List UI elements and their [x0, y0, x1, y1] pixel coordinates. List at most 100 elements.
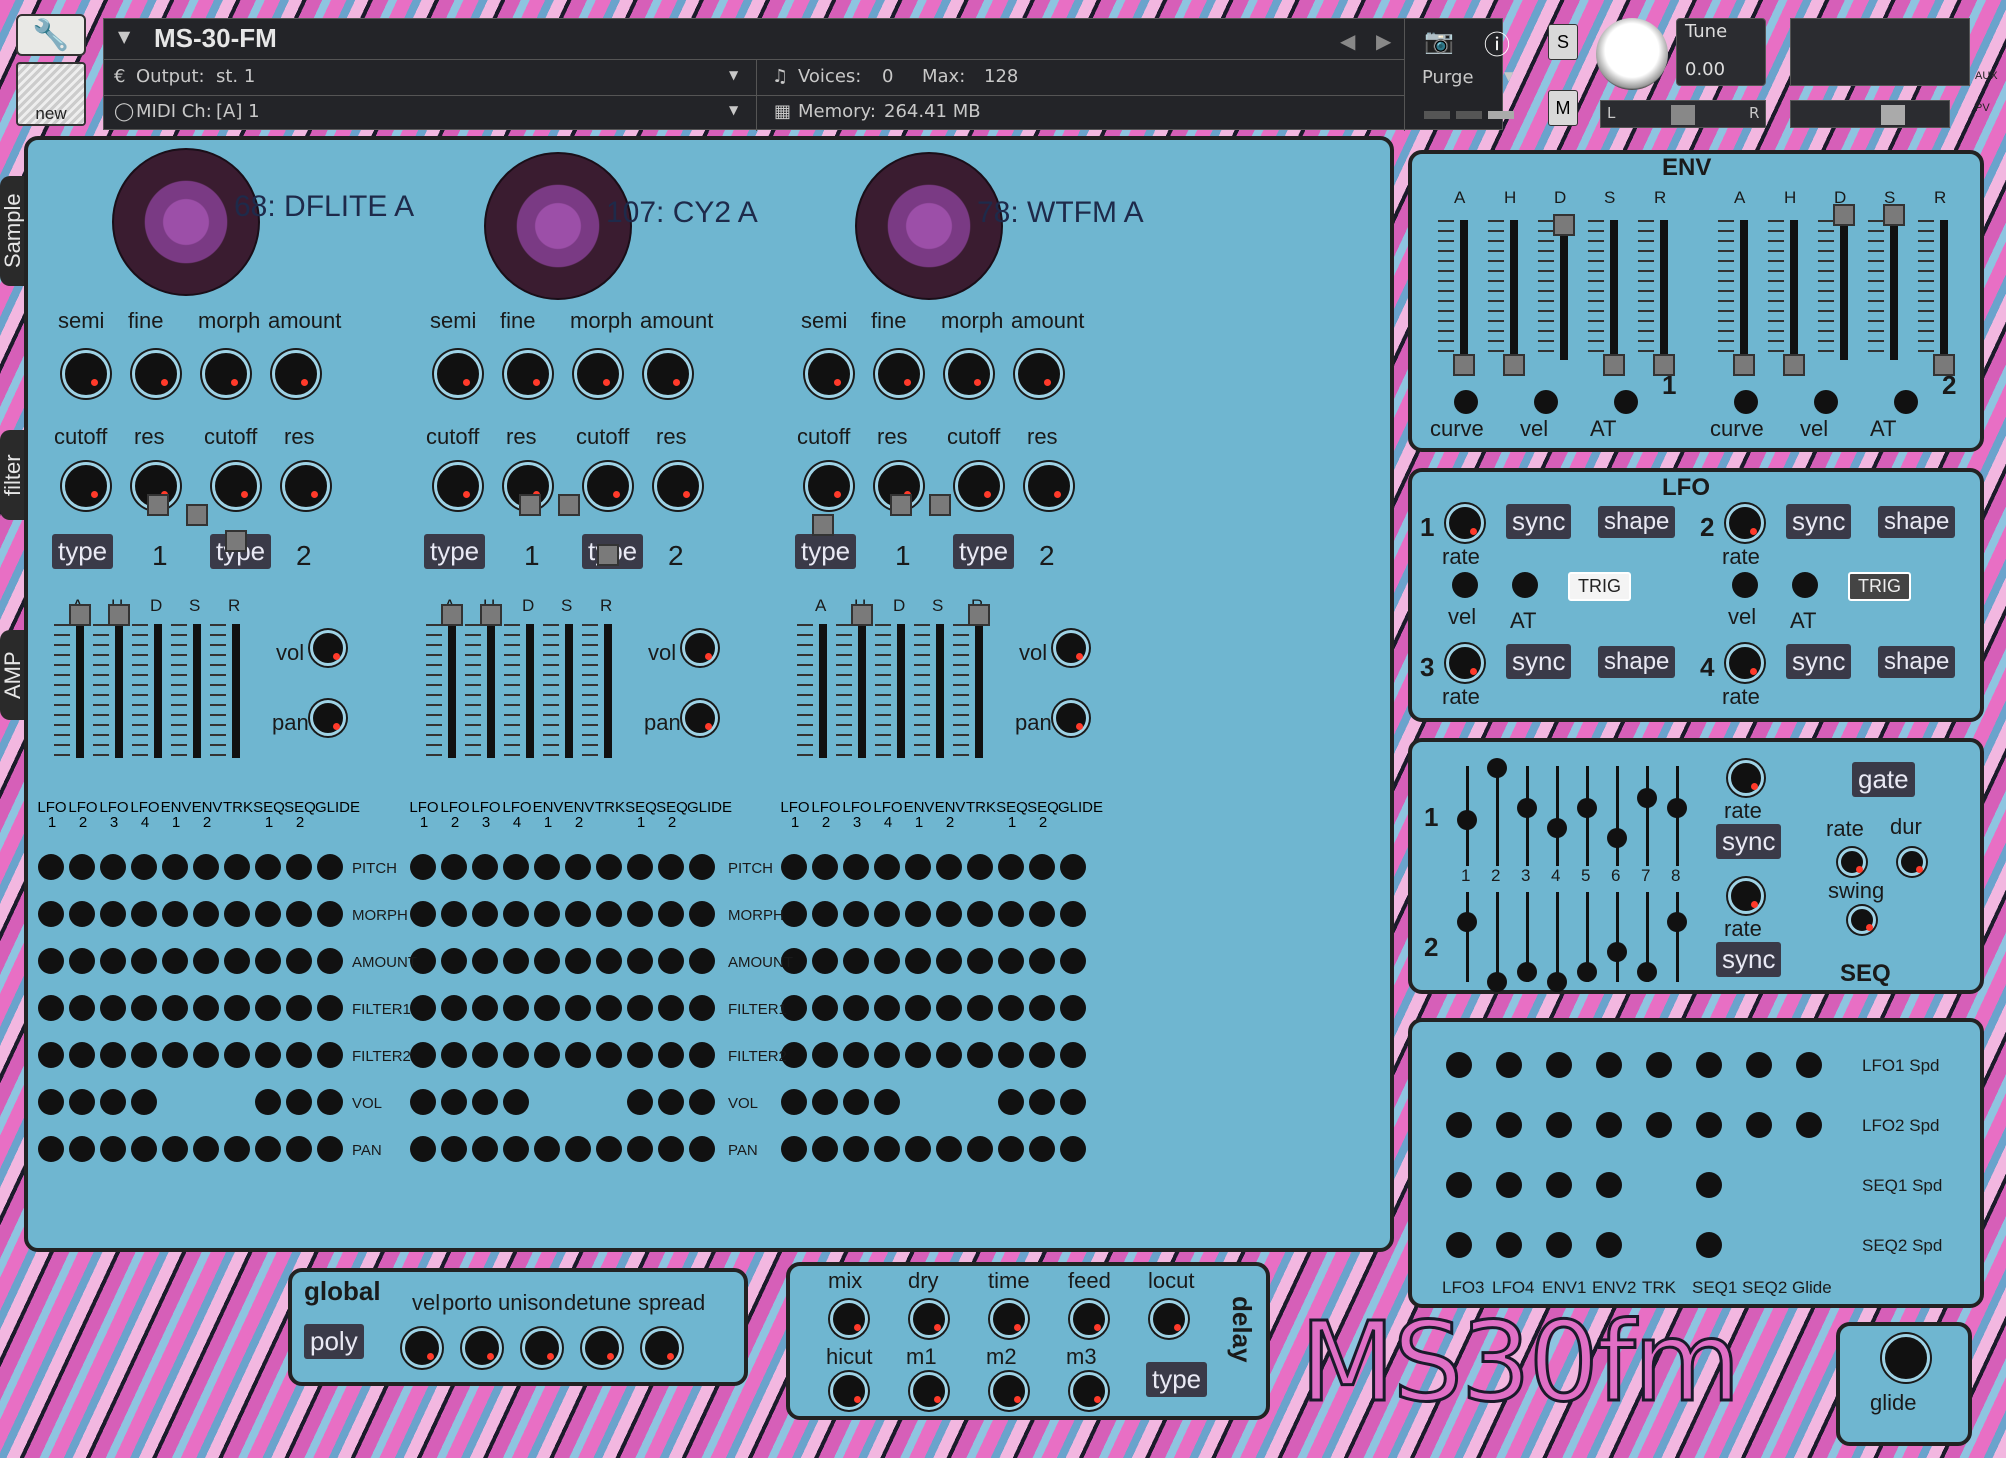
- mod-amount-knob[interactable]: [627, 995, 653, 1021]
- env2-s-slider-thumb[interactable]: [1883, 204, 1905, 226]
- mod-amount-knob[interactable]: [998, 901, 1024, 927]
- seq1-step-handle[interactable]: [1457, 810, 1477, 830]
- mod-amount-knob[interactable]: [100, 948, 126, 974]
- speed-mod-knob[interactable]: [1446, 1172, 1472, 1198]
- purge-dropdown-icon[interactable]: ▼: [1504, 69, 1513, 83]
- mod-amount-knob[interactable]: [936, 1136, 962, 1162]
- mod-amount-knob[interactable]: [38, 948, 64, 974]
- mod-amount-knob[interactable]: [905, 901, 931, 927]
- mod-amount-knob[interactable]: [689, 854, 715, 880]
- speed-mod-knob[interactable]: [1796, 1112, 1822, 1138]
- mod-amount-knob[interactable]: [162, 854, 188, 880]
- mod-amount-knob[interactable]: [472, 854, 498, 880]
- mod-amount-knob[interactable]: [874, 995, 900, 1021]
- pan-knob[interactable]: [682, 700, 718, 736]
- lfo-trig-button[interactable]: TRIG: [1568, 572, 1631, 601]
- mod-amount-knob[interactable]: [131, 948, 157, 974]
- env-curve-knob[interactable]: [1454, 390, 1478, 414]
- seq1-step-slider[interactable]: [1616, 766, 1619, 866]
- amp-env-a-slider-thumb[interactable]: [69, 604, 91, 626]
- mod-amount-knob[interactable]: [100, 995, 126, 1021]
- amp-env-r-slider[interactable]: [975, 624, 983, 758]
- mod-amount-knob[interactable]: [69, 1089, 95, 1115]
- delay-dry-knob[interactable]: [910, 1300, 948, 1338]
- mod-amount-knob[interactable]: [843, 995, 869, 1021]
- mod-amount-knob[interactable]: [100, 1089, 126, 1115]
- mod-amount-knob[interactable]: [131, 1089, 157, 1115]
- delay-mix-knob[interactable]: [830, 1300, 868, 1338]
- sample-name[interactable]: 107: CY2 A: [606, 196, 758, 230]
- prev-instrument-icon[interactable]: ◀: [1340, 29, 1355, 53]
- mod-amount-knob[interactable]: [286, 995, 312, 1021]
- amount-knob[interactable]: [644, 350, 692, 398]
- lfo2-shape-button[interactable]: shape: [1878, 506, 1956, 538]
- env1-d-slider[interactable]: [1560, 220, 1568, 360]
- mod-amount-knob[interactable]: [998, 854, 1024, 880]
- mod-amount-knob[interactable]: [658, 1042, 684, 1068]
- mod-amount-knob[interactable]: [843, 854, 869, 880]
- mod-amount-knob[interactable]: [441, 1042, 467, 1068]
- mod-amount-knob[interactable]: [100, 1042, 126, 1068]
- sample-name[interactable]: 78: WTFM A: [977, 196, 1144, 230]
- env2-d-slider[interactable]: [1840, 220, 1848, 360]
- mod-amount-knob[interactable]: [131, 1042, 157, 1068]
- mod-amount-knob[interactable]: [224, 995, 250, 1021]
- mod-amount-knob[interactable]: [193, 854, 219, 880]
- lfo4-shape-button[interactable]: shape: [1878, 646, 1956, 678]
- morph-knob[interactable]: [945, 350, 993, 398]
- env1-h-slider[interactable]: [1510, 220, 1518, 360]
- mod-amount-knob[interactable]: [596, 995, 622, 1021]
- purge-label[interactable]: Purge: [1422, 67, 1474, 88]
- mod-amount-knob[interactable]: [534, 1136, 560, 1162]
- mod-amount-knob[interactable]: [627, 1136, 653, 1162]
- filter1-type-button[interactable]: type: [52, 534, 114, 569]
- mod-amount-knob[interactable]: [596, 901, 622, 927]
- mod-amount-knob[interactable]: [255, 1136, 281, 1162]
- mod-amount-knob[interactable]: [38, 1089, 64, 1115]
- mod-amount-knob[interactable]: [812, 854, 838, 880]
- info-icon[interactable]: ⓘ: [1484, 25, 1510, 62]
- speed-mod-knob[interactable]: [1446, 1232, 1472, 1258]
- env-at-knob[interactable]: [1894, 390, 1918, 414]
- seq2-step-handle[interactable]: [1547, 972, 1567, 992]
- mod-amount-knob[interactable]: [1029, 1089, 1055, 1115]
- amp-env-a-slider[interactable]: [76, 624, 84, 758]
- speed-mod-knob[interactable]: [1496, 1112, 1522, 1138]
- mod-amount-knob[interactable]: [658, 1089, 684, 1115]
- semi-knob[interactable]: [805, 350, 853, 398]
- seq1-step-handle[interactable]: [1667, 798, 1687, 818]
- mod-amount-knob[interactable]: [874, 901, 900, 927]
- mod-amount-knob[interactable]: [689, 1136, 715, 1162]
- mod-amount-knob[interactable]: [534, 901, 560, 927]
- mod-amount-knob[interactable]: [812, 1042, 838, 1068]
- mod-amount-knob[interactable]: [503, 901, 529, 927]
- mute-button[interactable]: M: [1548, 90, 1578, 126]
- mod-amount-knob[interactable]: [905, 1136, 931, 1162]
- seq-gate-button[interactable]: gate: [1852, 762, 1915, 797]
- mod-amount-knob[interactable]: [1060, 1136, 1086, 1162]
- mod-amount-knob[interactable]: [503, 854, 529, 880]
- fine-knob[interactable]: [875, 350, 923, 398]
- env2-h-slider-thumb[interactable]: [1783, 354, 1805, 376]
- seq1-step-handle[interactable]: [1487, 758, 1507, 778]
- mod-amount-knob[interactable]: [689, 1089, 715, 1115]
- seq2-step-handle[interactable]: [1517, 962, 1537, 982]
- lfo1-shape-button[interactable]: shape: [1598, 506, 1676, 538]
- global-unison-knob[interactable]: [522, 1328, 562, 1368]
- speed-mod-knob[interactable]: [1546, 1052, 1572, 1078]
- lfo3-shape-button[interactable]: shape: [1598, 646, 1676, 678]
- delay-hicut-knob[interactable]: [830, 1372, 868, 1410]
- output-value[interactable]: st. 1: [216, 66, 255, 87]
- mod-amount-knob[interactable]: [843, 901, 869, 927]
- seq1-step-slider[interactable]: [1556, 766, 1559, 866]
- vol-knob[interactable]: [682, 630, 718, 666]
- mod-amount-knob[interactable]: [627, 854, 653, 880]
- cutoff-knob[interactable]: [584, 462, 632, 510]
- mod-amount-knob[interactable]: [317, 995, 343, 1021]
- mod-amount-knob[interactable]: [38, 1042, 64, 1068]
- mod-amount-knob[interactable]: [69, 1042, 95, 1068]
- pan-thumb[interactable]: [1671, 105, 1695, 125]
- mod-amount-knob[interactable]: [410, 1136, 436, 1162]
- mod-amount-knob[interactable]: [874, 1042, 900, 1068]
- mod-amount-knob[interactable]: [162, 948, 188, 974]
